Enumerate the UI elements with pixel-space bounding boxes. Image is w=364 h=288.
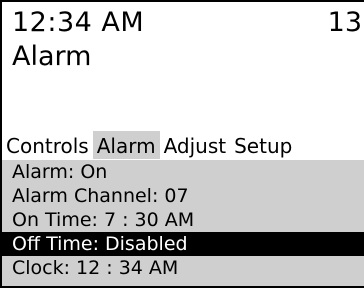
tab-alarm[interactable]: Alarm: [92, 131, 160, 159]
corner-value: 13: [327, 7, 362, 38]
clock-time: 12:34 AM: [12, 7, 145, 38]
menu-item-alarm-state[interactable]: Alarm: On: [2, 160, 364, 184]
tab-bar: Controls Alarm Adjust Setup: [2, 130, 364, 160]
tab-setup[interactable]: Setup: [230, 131, 296, 159]
device-screen: 12:34 AM 13 Alarm Controls Alarm Adjust …: [0, 0, 364, 288]
menu-item-alarm-channel[interactable]: Alarm Channel: 07: [2, 184, 364, 208]
tab-controls[interactable]: Controls: [2, 131, 93, 159]
menu-list: Alarm: On Alarm Channel: 07 On Time: 7 :…: [2, 160, 364, 286]
header: 12:34 AM 13 Alarm: [2, 2, 364, 124]
tab-adjust[interactable]: Adjust: [160, 131, 231, 159]
menu-item-off-time[interactable]: Off Time: Disabled: [2, 232, 364, 256]
page-title: Alarm: [12, 41, 92, 72]
menu-item-on-time[interactable]: On Time: 7 : 30 AM: [2, 208, 364, 232]
menu-item-clock[interactable]: Clock: 12 : 34 AM: [2, 256, 364, 280]
